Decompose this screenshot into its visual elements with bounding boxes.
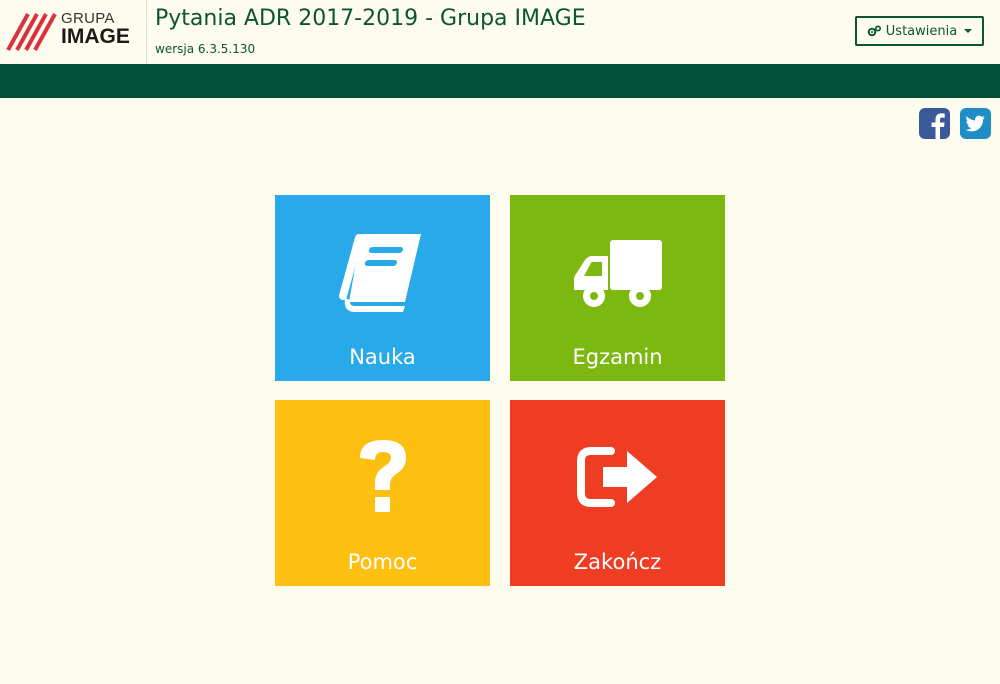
facebook-icon[interactable] (919, 108, 950, 139)
logo-stripes-icon (6, 13, 57, 51)
app-version: wersja 6.3.5.130 (155, 42, 256, 56)
logo: GRUPA IMAGE (0, 0, 147, 64)
settings-label: Ustawienia (885, 23, 958, 39)
app-header: GRUPA IMAGE Pytania ADR 2017-2019 - Grup… (0, 0, 1000, 64)
app-title: Pytania ADR 2017-2019 - Grupa IMAGE (155, 6, 586, 31)
gears-icon (867, 25, 881, 37)
logo-text-image: IMAGE (61, 25, 130, 48)
tile-label: Egzamin (572, 345, 663, 369)
tile-label: Zakończ (573, 550, 662, 574)
settings-button[interactable]: Ustawienia (855, 16, 984, 46)
nav-bar (0, 64, 1000, 98)
truck-icon (573, 240, 662, 307)
tile-pomoc[interactable]: Pomoc (275, 400, 490, 586)
exit-icon (576, 447, 657, 507)
tile-egzamin[interactable]: Egzamin (510, 195, 725, 381)
tile-label: Pomoc (347, 550, 418, 574)
twitter-icon[interactable] (960, 108, 991, 139)
tile-zakoncz[interactable]: Zakończ (510, 400, 725, 586)
book-icon (338, 234, 421, 312)
tile-label: Nauka (349, 345, 416, 369)
caret-down-icon (964, 29, 973, 33)
question-icon (359, 440, 406, 512)
tile-nauka[interactable]: Nauka (275, 195, 490, 381)
